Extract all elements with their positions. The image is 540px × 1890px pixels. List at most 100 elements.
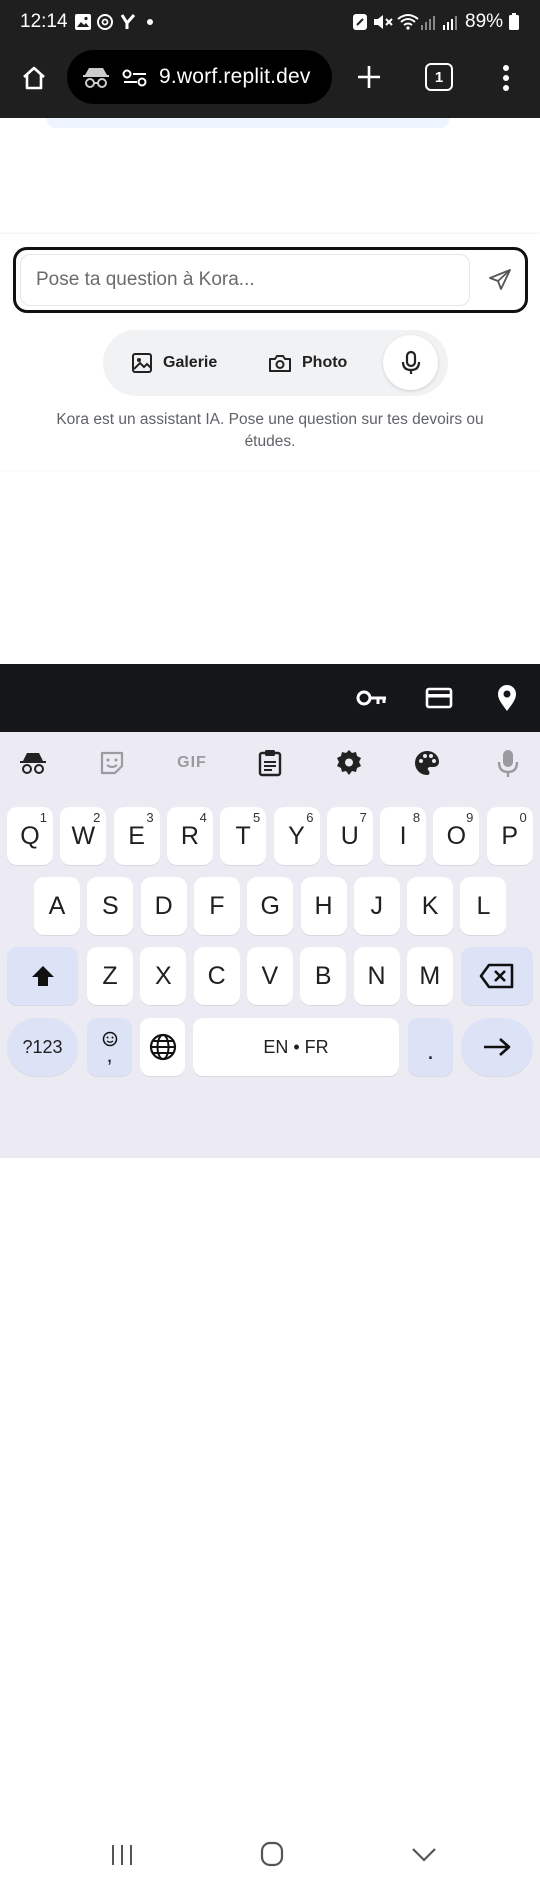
key-label: S	[101, 891, 119, 920]
key-y[interactable]: Y6	[273, 807, 320, 865]
sticker-icon[interactable]	[94, 746, 130, 780]
key-label: D	[154, 891, 173, 920]
gif-label: GIF	[177, 754, 207, 771]
site-settings-icon[interactable]	[121, 66, 149, 90]
backspace-key[interactable]	[461, 947, 533, 1005]
theme-palette-icon[interactable]	[409, 746, 445, 780]
symbols-label: ?123	[22, 1036, 63, 1057]
question-input-container	[13, 247, 528, 313]
wifi-icon	[396, 12, 420, 32]
key-icon[interactable]	[354, 682, 390, 714]
voice-typing-icon[interactable]	[490, 746, 526, 780]
gallery-icon	[132, 353, 152, 373]
globe-icon	[149, 1033, 176, 1061]
key-x[interactable]: X	[140, 947, 187, 1005]
clipboard-icon[interactable]	[252, 746, 288, 780]
key-label: M	[419, 961, 441, 990]
key-e[interactable]: E3	[113, 807, 160, 865]
location-pin-icon[interactable]	[489, 682, 525, 714]
question-input[interactable]	[20, 254, 470, 306]
key-number-hint: 7	[359, 810, 367, 825]
key-o[interactable]: O9	[433, 807, 480, 865]
tab-count: 1	[434, 68, 444, 86]
key-z[interactable]: Z	[87, 947, 133, 1005]
key-number-hint: 3	[146, 810, 154, 825]
key-label: B	[314, 961, 332, 990]
home-icon[interactable]	[16, 60, 52, 96]
key-label: K	[421, 891, 439, 920]
key-number-hint: 8	[412, 810, 421, 825]
period-label: .	[427, 1037, 434, 1065]
key-t[interactable]: T5	[220, 807, 267, 865]
enter-key[interactable]	[461, 1018, 533, 1076]
key-label: Z	[102, 961, 118, 990]
key-label: H	[314, 891, 333, 920]
key-q[interactable]: Q1	[7, 807, 53, 865]
key-i[interactable]: I8	[380, 807, 427, 865]
battery-icon	[508, 12, 520, 32]
incognito-keyboard-icon[interactable]	[15, 746, 51, 780]
key-h[interactable]: H	[300, 877, 347, 935]
more-menu-icon[interactable]	[496, 60, 516, 96]
key-number-hint: 5	[252, 810, 261, 825]
shift-key[interactable]	[7, 947, 78, 1005]
new-tab-icon[interactable]	[352, 60, 386, 94]
key-f[interactable]: F	[193, 877, 240, 935]
photo-label: Photo	[302, 354, 348, 371]
home-nav-icon[interactable]	[254, 1838, 290, 1870]
key-r[interactable]: R4	[166, 807, 213, 865]
gallery-notification-icon	[74, 12, 92, 32]
key-label: C	[207, 961, 226, 990]
key-g[interactable]: G	[247, 877, 294, 935]
key-p[interactable]: P0	[486, 807, 533, 865]
hide-keyboard-icon[interactable]	[406, 1840, 442, 1870]
space-key[interactable]: EN • FR	[193, 1018, 399, 1076]
autofill-bar	[0, 664, 540, 732]
camera-icon	[269, 355, 291, 372]
credit-card-icon[interactable]	[421, 682, 457, 714]
key-u[interactable]: U7	[326, 807, 373, 865]
recent-apps-icon[interactable]	[104, 1840, 140, 1870]
attachment-actions: Galerie Photo	[103, 330, 448, 396]
key-label: R	[180, 821, 199, 850]
voice-input-button[interactable]	[383, 335, 438, 390]
key-l[interactable]: L	[460, 877, 507, 935]
send-icon[interactable]	[482, 262, 518, 298]
key-k[interactable]: K	[407, 877, 454, 935]
key-label: J	[370, 891, 384, 920]
tab-switcher-button[interactable]: 1	[425, 63, 453, 91]
key-d[interactable]: D	[140, 877, 187, 935]
key-c[interactable]: C	[193, 947, 240, 1005]
key-label: T	[235, 821, 251, 850]
emoji-comma-key[interactable]: ,	[87, 1018, 132, 1076]
key-n[interactable]: N	[353, 947, 400, 1005]
key-m[interactable]: M	[406, 947, 453, 1005]
system-navigation-bar	[0, 1822, 540, 1890]
key-a[interactable]: A	[34, 877, 80, 935]
key-s[interactable]: S	[87, 877, 134, 935]
key-label: Y	[288, 821, 305, 850]
period-key[interactable]: .	[408, 1018, 453, 1076]
key-b[interactable]: B	[300, 947, 347, 1005]
key-number-hint: 1	[39, 810, 47, 825]
key-number-hint: 2	[93, 810, 101, 825]
language-key[interactable]	[140, 1018, 185, 1076]
key-label: X	[154, 961, 172, 990]
gallery-button[interactable]: Galerie	[131, 330, 217, 396]
key-label: A	[48, 891, 66, 920]
key-w[interactable]: W2	[60, 807, 107, 865]
disclaimer-text: Kora est un assistant IA. Pose une quest…	[56, 411, 484, 450]
key-number-hint: 0	[519, 810, 527, 825]
gallery-label: Galerie	[163, 354, 218, 371]
url-bar[interactable]: 9.worf.replit.dev	[67, 50, 332, 104]
yahoo-icon	[120, 12, 136, 32]
photo-button[interactable]: Photo	[268, 330, 347, 396]
key-number-hint: 6	[306, 810, 314, 825]
key-v[interactable]: V	[246, 947, 293, 1005]
space-label: EN • FR	[263, 1036, 329, 1057]
gif-button[interactable]: GIF	[170, 746, 214, 780]
url-text: 9.worf.replit.dev	[159, 65, 311, 88]
symbols-key[interactable]: ?123	[7, 1018, 78, 1076]
key-j[interactable]: J	[353, 877, 400, 935]
settings-gear-icon[interactable]	[331, 746, 367, 780]
